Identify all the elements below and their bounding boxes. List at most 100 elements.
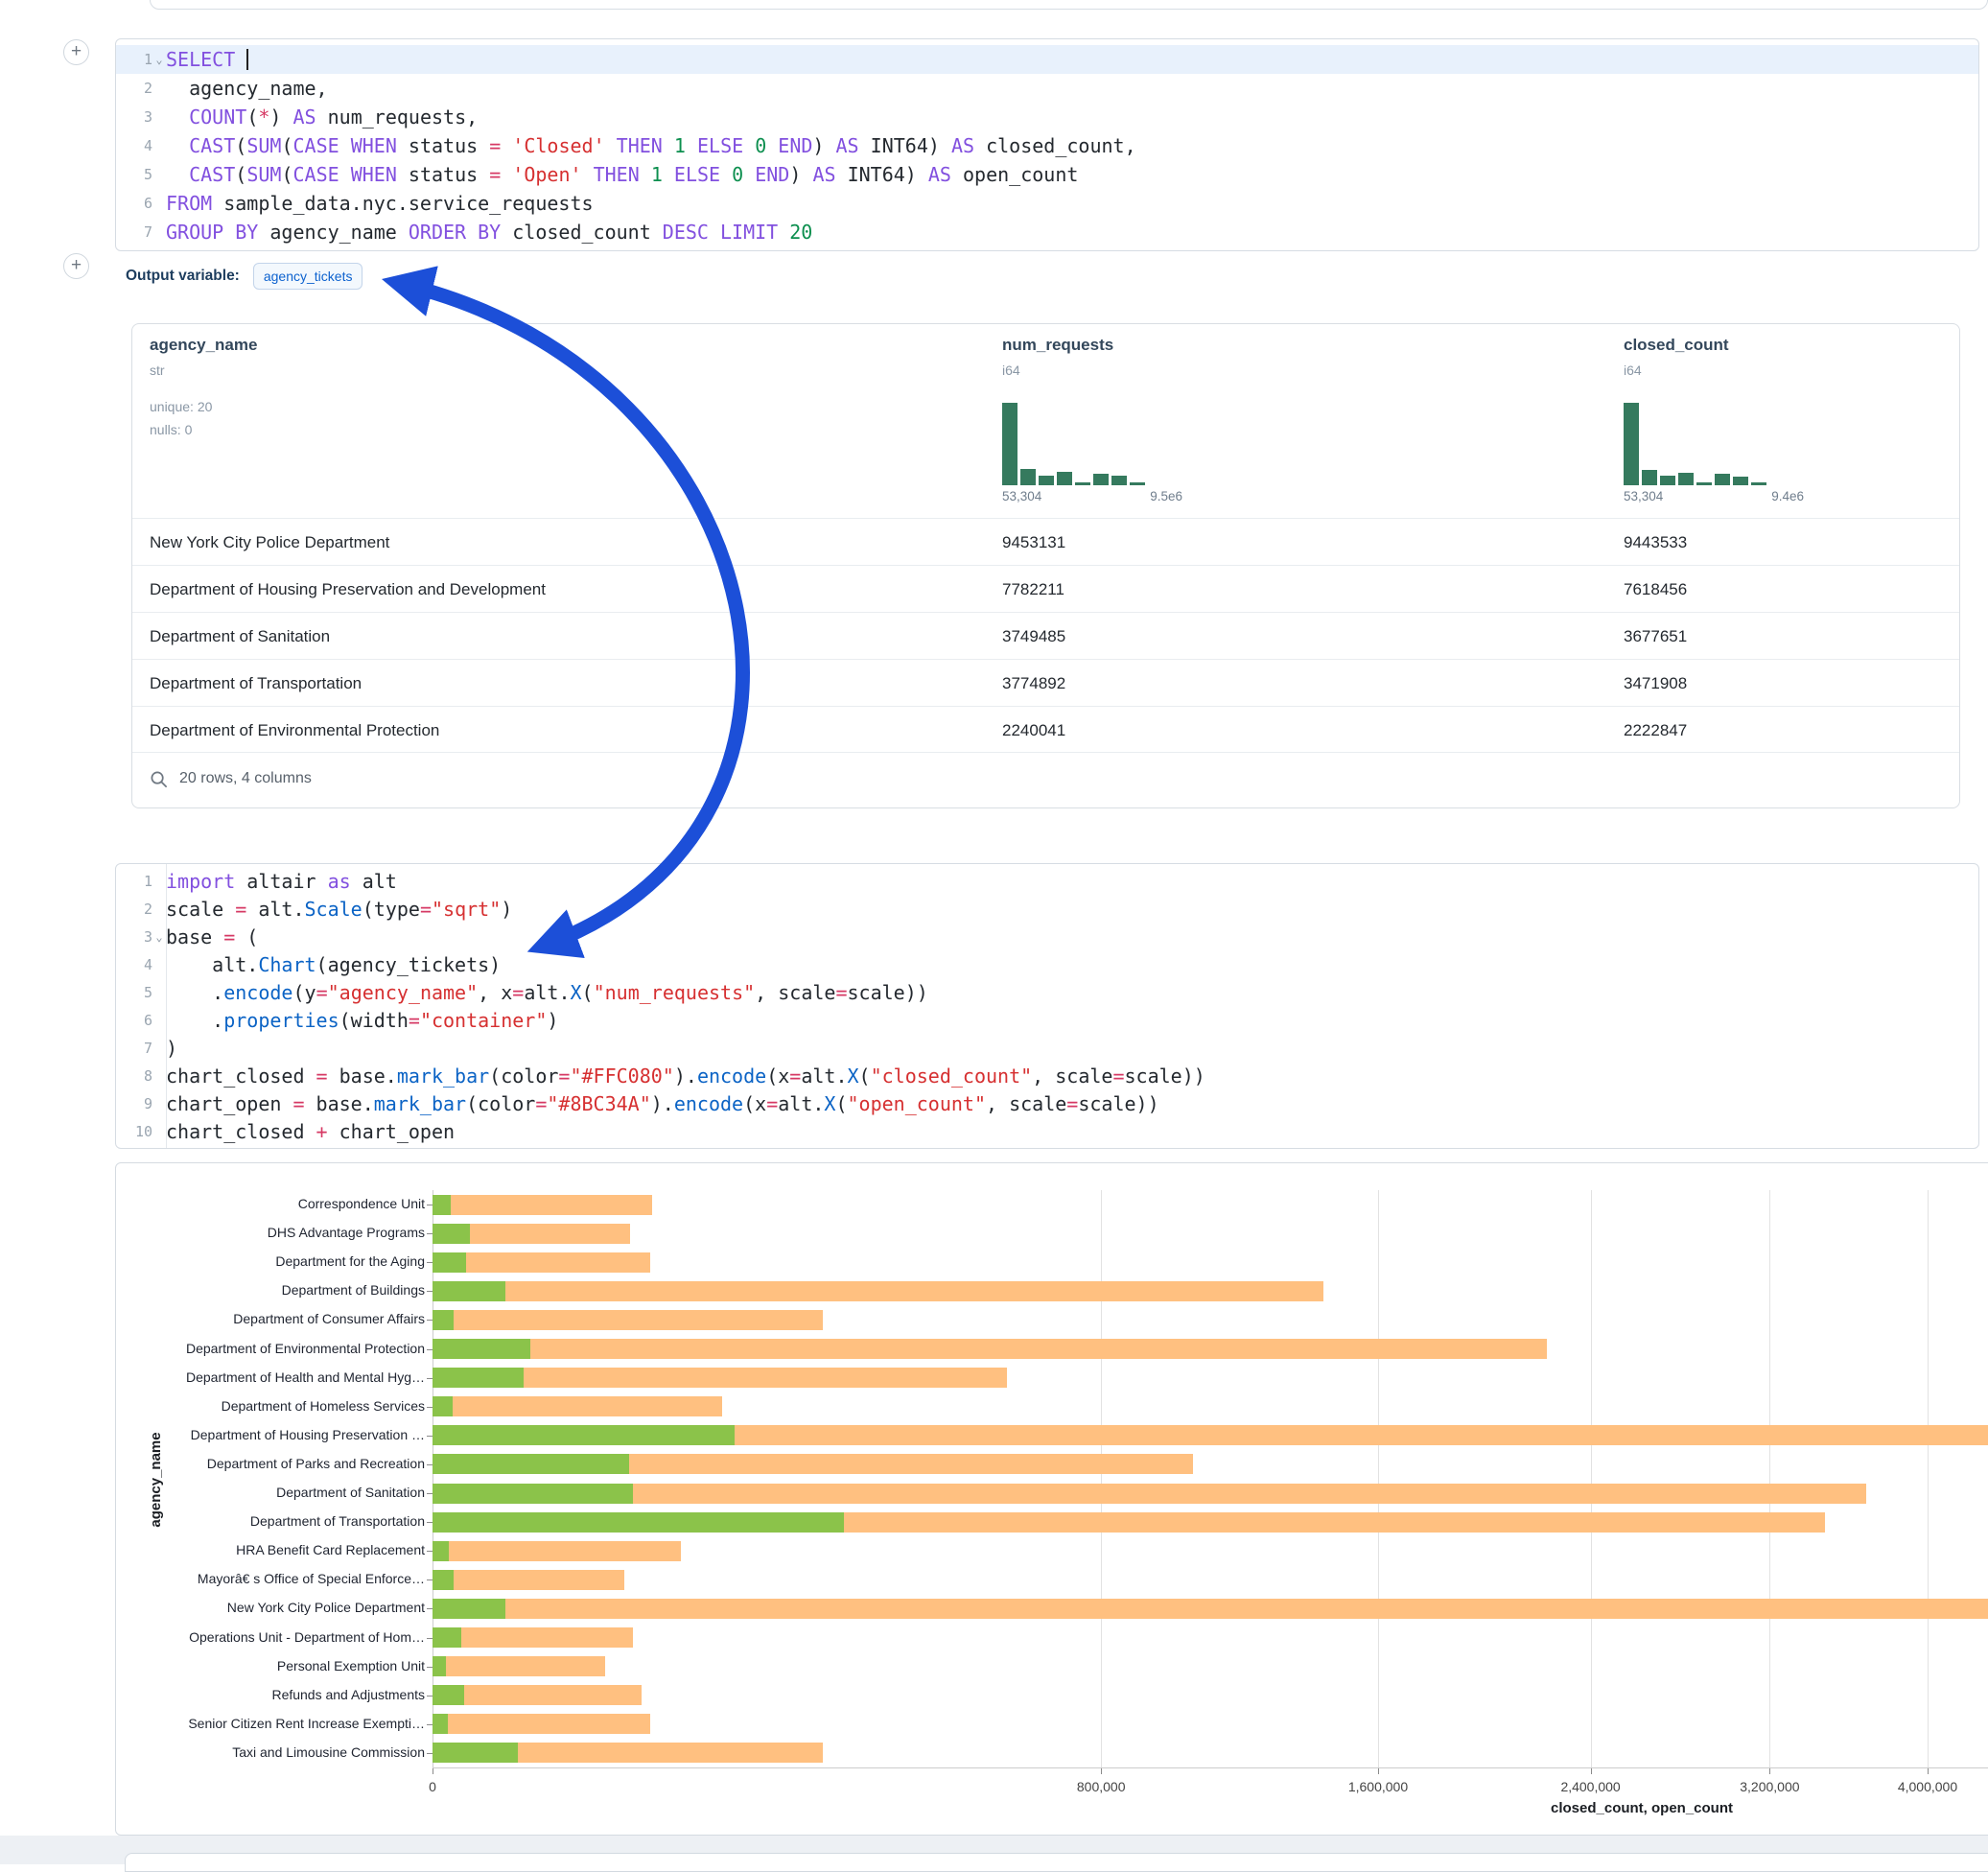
y-axis-title: agency_name: [148, 1336, 165, 1624]
code-token: (agency_tickets): [316, 953, 502, 976]
code-token: =: [316, 1065, 328, 1088]
code-line[interactable]: 7GROUP BY agency_name ORDER BY closed_co…: [116, 218, 1978, 246]
add-cell-button[interactable]: +: [63, 39, 89, 65]
code-token: ): [547, 1009, 558, 1032]
code-token: scale: [166, 898, 235, 921]
sql-code-editor[interactable]: 1⌄SELECT 2 agency_name,3 COUNT(*) AS num…: [115, 38, 1979, 251]
line-number: 2: [116, 74, 152, 103]
code-token: [743, 163, 755, 186]
x-tick-label: 1,600,000: [1311, 1779, 1445, 1794]
y-axis-label: Correspondence Unit: [118, 1196, 425, 1211]
code-line[interactable]: 6 .properties(width="container"): [116, 1007, 1978, 1035]
bar-closed-count: [433, 1396, 722, 1416]
table-row: New York City Police Department945313194…: [132, 518, 1959, 565]
code-line[interactable]: 1⌄SELECT: [116, 45, 1978, 74]
bar-open-count: [433, 1685, 464, 1705]
code-token: [605, 134, 617, 157]
line-number: 3: [116, 924, 152, 951]
code-token: chart_open: [166, 1092, 292, 1115]
code-line[interactable]: 1import altair as alt: [116, 868, 1978, 896]
code-line[interactable]: 2scale = alt.Scale(type="sqrt"): [116, 896, 1978, 924]
column-histogram: [1002, 401, 1182, 485]
code-line[interactable]: 7): [116, 1035, 1978, 1063]
search-icon[interactable]: [150, 770, 168, 788]
histogram-bar: [1020, 469, 1036, 485]
table-row-count: 20 rows, 4 columns: [179, 770, 312, 787]
code-token: (: [246, 105, 258, 129]
bar-closed-count: [433, 1627, 633, 1648]
y-axis-label: Taxi and Limousine Commission: [118, 1744, 425, 1760]
code-text: FROM sample_data.nyc.service_requests: [166, 189, 594, 218]
python-code-editor[interactable]: 1import altair as alt2scale = alt.Scale(…: [115, 863, 1979, 1149]
code-line[interactable]: 5 CAST(SUM(CASE WHEN status = 'Open' THE…: [116, 160, 1978, 189]
sql-code-lines[interactable]: 1⌄SELECT 2 agency_name,3 COUNT(*) AS num…: [116, 45, 1978, 246]
line-number: 7: [116, 1035, 152, 1063]
code-line[interactable]: 2 agency_name,: [116, 74, 1978, 103]
line-number: 7: [116, 218, 152, 246]
bar-open-count: [433, 1656, 446, 1676]
code-line[interactable]: 9chart_open = base.mark_bar(color="#8BC3…: [116, 1090, 1978, 1118]
code-token: [686, 134, 697, 157]
code-line[interactable]: 4 alt.Chart(agency_tickets): [116, 951, 1978, 979]
bar-open-count: [433, 1570, 454, 1590]
code-token: "container": [420, 1009, 547, 1032]
table-cell: 9453131: [1002, 519, 1065, 566]
bar-closed-count: [433, 1599, 1988, 1619]
table-row: Department of Sanitation37494853677651: [132, 612, 1959, 659]
code-token: INT64): [859, 134, 951, 157]
code-token: [709, 221, 720, 244]
code-token: alt.: [801, 1065, 847, 1088]
code-token: alt.: [166, 953, 258, 976]
bar-open-count: [433, 1599, 505, 1619]
code-token: ELSE: [674, 163, 720, 186]
code-line[interactable]: 5 .encode(y="agency_name", x=alt.X("num_…: [116, 979, 1978, 1007]
python-code-lines[interactable]: 1import altair as alt2scale = alt.Scale(…: [116, 868, 1978, 1146]
output-variable-chip[interactable]: agency_tickets: [253, 263, 363, 290]
code-token: base: [166, 925, 223, 948]
code-text: alt.Chart(agency_tickets): [166, 951, 501, 979]
code-token: "closed_count": [871, 1065, 1033, 1088]
code-text: ): [166, 1035, 177, 1063]
code-line[interactable]: 6 FROM sample_data.nyc.service_requests: [116, 189, 1978, 218]
histogram-bar: [1057, 472, 1072, 485]
code-token: =: [292, 1092, 304, 1115]
y-axis-label: Department of Buildings: [118, 1282, 425, 1298]
line-number: 5: [116, 160, 152, 189]
code-token: +: [316, 1120, 328, 1143]
add-cell-button[interactable]: +: [63, 253, 89, 279]
code-token: (color: [489, 1065, 558, 1088]
fold-caret-icon[interactable]: ⌄: [152, 45, 166, 74]
code-line[interactable]: 10chart_closed + chart_open: [116, 1118, 1978, 1146]
bar-closed-count: [433, 1656, 605, 1676]
code-token: status: [397, 163, 489, 186]
code-token: closed_count: [501, 221, 663, 244]
code-line[interactable]: 3 COUNT(*) AS num_requests,: [116, 103, 1978, 131]
bar-open-count: [433, 1425, 735, 1445]
code-token: Chart: [258, 953, 316, 976]
code-text: SELECT: [166, 45, 248, 74]
code-token: "num_requests": [594, 981, 756, 1004]
code-token: import: [166, 870, 235, 893]
code-line[interactable]: 4 CAST(SUM(CASE WHEN status = 'Closed' T…: [116, 131, 1978, 160]
line-number: 1: [116, 45, 152, 74]
line-number: 6: [116, 189, 152, 218]
table-cell: 2240041: [1002, 707, 1065, 754]
bar-open-count: [433, 1627, 461, 1648]
code-token: "open_count": [848, 1092, 987, 1115]
fold-caret-icon[interactable]: ⌄: [152, 924, 166, 951]
code-token: (: [582, 981, 594, 1004]
code-line[interactable]: 3⌄base = (: [116, 924, 1978, 951]
code-token: [582, 163, 594, 186]
column-name: closed_count: [1624, 336, 1729, 355]
code-token: ): [166, 1037, 177, 1060]
code-token: =: [420, 898, 432, 921]
code-token: =: [535, 1092, 547, 1115]
code-token: properties: [223, 1009, 339, 1032]
bar-closed-count: [433, 1195, 652, 1215]
column-type: i64: [1002, 363, 1020, 378]
code-text: chart_open = base.mark_bar(color="#8BC34…: [166, 1090, 1159, 1118]
code-token: =: [835, 981, 847, 1004]
code-token: encode: [697, 1065, 766, 1088]
code-line[interactable]: 8chart_closed = base.mark_bar(color="#FF…: [116, 1063, 1978, 1090]
table-cell: 9443533: [1624, 519, 1687, 566]
